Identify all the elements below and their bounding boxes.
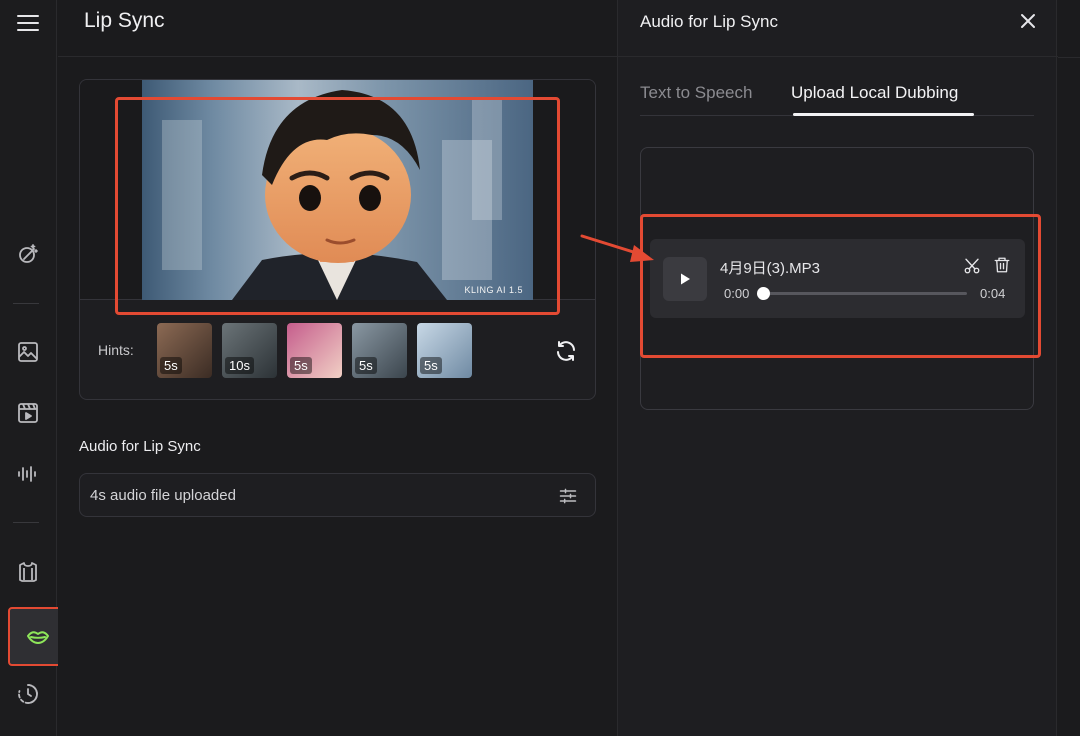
- rail-item-ai-tools[interactable]: [9, 235, 47, 273]
- hint-thumbnail[interactable]: 5s: [287, 323, 342, 378]
- hint-thumbnail[interactable]: 5s: [417, 323, 472, 378]
- rail-divider: [13, 303, 39, 304]
- rail-divider: [13, 522, 39, 523]
- panel-header: Audio for Lip Sync: [618, 0, 1058, 57]
- rail-item-videos[interactable]: [9, 394, 47, 432]
- rail-item-images[interactable]: [9, 333, 47, 371]
- close-icon[interactable]: [1018, 11, 1038, 31]
- audio-wave-icon: [18, 466, 36, 482]
- audio-section-label: Audio for Lip Sync: [79, 438, 201, 455]
- audio-selector[interactable]: 4s audio file uploaded: [79, 473, 596, 517]
- highlight-box: [640, 214, 1041, 358]
- duration-badge: 5s: [160, 357, 182, 374]
- page-title: Lip Sync: [84, 9, 165, 32]
- left-rail: [0, 0, 67, 736]
- menu-button[interactable]: [9, 4, 47, 42]
- history-icon: [18, 684, 38, 704]
- shirt-icon: [19, 562, 37, 582]
- right-edge-strip: [1058, 0, 1080, 736]
- menu-icon: [17, 15, 39, 31]
- duration-badge: 10s: [225, 357, 254, 374]
- highlight-box: [115, 97, 560, 315]
- lip-icon: [26, 630, 49, 644]
- active-tab-indicator: [793, 113, 974, 116]
- rail-item-audio[interactable]: [9, 455, 47, 493]
- tab-text-to-speech[interactable]: Text to Speech: [640, 83, 752, 103]
- hint-thumbnail[interactable]: 5s: [352, 323, 407, 378]
- audio-panel: Audio for Lip Sync Text to Speech Upload…: [617, 0, 1058, 736]
- divider: [1058, 57, 1080, 58]
- hint-thumbnail[interactable]: 5s: [157, 323, 212, 378]
- duration-badge: 5s: [290, 357, 312, 374]
- magic-wand-icon: [19, 244, 38, 263]
- video-icon: [18, 403, 38, 423]
- tab-bar: Text to Speech Upload Local Dubbing: [640, 80, 1034, 116]
- rail-item-history[interactable]: [9, 675, 47, 713]
- refresh-icon[interactable]: [554, 339, 578, 363]
- annotation-arrow: [580, 234, 654, 262]
- hint-thumbnail[interactable]: 10s: [222, 323, 277, 378]
- rail-item-try-on[interactable]: [9, 553, 47, 591]
- sliders-icon[interactable]: [558, 486, 578, 506]
- duration-badge: 5s: [420, 357, 442, 374]
- duration-badge: 5s: [355, 357, 377, 374]
- audio-status-text: 4s audio file uploaded: [90, 487, 236, 504]
- panel-title: Audio for Lip Sync: [640, 12, 778, 31]
- image-icon: [18, 342, 38, 362]
- hints-label: Hints:: [98, 342, 134, 358]
- tab-upload-local-dubbing[interactable]: Upload Local Dubbing: [791, 83, 958, 103]
- page-header: Lip Sync: [58, 0, 617, 57]
